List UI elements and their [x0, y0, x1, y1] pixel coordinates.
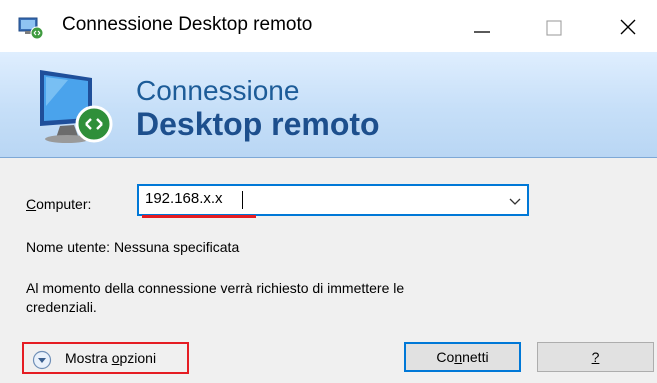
computer-label-access-key: C [26, 196, 37, 212]
red-highlight-underline [142, 215, 256, 218]
minimize-icon [474, 31, 490, 33]
show-options-button[interactable]: Mostra opzioni [22, 342, 189, 374]
text-caret [242, 191, 243, 209]
connect-access-key: n [454, 349, 463, 365]
connect-label-suffix: netti [462, 349, 489, 365]
remote-desktop-app-icon [18, 17, 44, 39]
show-options-label-suffix: pzioni [119, 350, 157, 366]
maximize-icon [546, 20, 562, 36]
title-bar: Connessione Desktop remoto [0, 0, 657, 52]
chevron-down-icon[interactable] [507, 193, 523, 209]
banner-title-line2: Desktop remoto [136, 106, 380, 142]
connect-button[interactable]: Connetti [404, 342, 521, 372]
credentials-info-line1: Al momento della connessione verrà richi… [26, 280, 405, 296]
credentials-info-line2: credenziali. [26, 299, 97, 315]
connect-label-prefix: Co [436, 349, 455, 365]
computer-input[interactable]: 192.168.x.x [145, 190, 223, 207]
computer-combobox[interactable]: 192.168.x.x [137, 184, 529, 216]
username-line: Nome utente: Nessuna specificata [26, 239, 240, 255]
close-button[interactable] [597, 0, 657, 52]
computer-label-text: omputer: [36, 196, 92, 212]
header-banner: Connessione Desktop remoto [0, 52, 657, 157]
expand-down-circle-icon [32, 350, 52, 370]
minimize-button[interactable] [460, 0, 520, 52]
window-title: Connessione Desktop remoto [62, 14, 313, 35]
remote-desktop-computer-icon [40, 70, 113, 143]
computer-label: Computer: [26, 196, 91, 212]
show-options-label: Mostra opzioni [65, 350, 156, 366]
dialog-content: Computer: 192.168.x.x Nome utente: Nessu… [0, 158, 657, 383]
maximize-button[interactable] [527, 0, 587, 52]
help-button[interactable]: ? [537, 342, 654, 372]
banner-title-line1: Connessione [136, 75, 300, 106]
show-options-label-prefix: Mostra [65, 350, 112, 366]
help-label: ? [591, 349, 600, 365]
close-icon [620, 19, 636, 35]
